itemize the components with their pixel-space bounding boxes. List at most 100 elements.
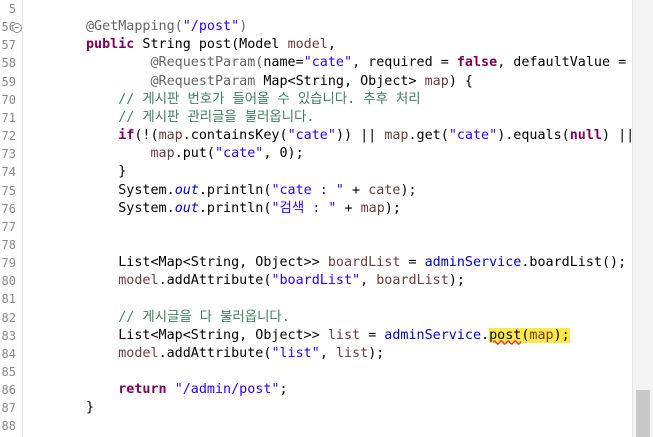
code-token: , 0); [263,146,304,162]
code-token: .boardList(); [521,255,627,271]
code-token: ); [553,327,570,343]
line-number: 58 [1,56,16,71]
code-token: ; [279,382,288,398]
code-token: ) || [602,128,635,144]
code-line: System.out.println("검색 : " + map); [86,200,401,218]
code-token: out [174,200,199,216]
code-token: map [158,128,183,144]
code-line: model.addAttribute("boardList", boardLis… [86,272,465,290]
code-token: post [489,327,522,343]
code-token: } [86,164,127,180]
code-line: return "/admin/post"; [86,381,288,399]
code-token: // 게시판 관리글을 불러옵니다. [118,109,315,125]
line-number: 81 [1,292,16,307]
code-line: } [86,163,126,181]
line-number: 70 [1,92,16,107]
vertical-scrollbar[interactable] [632,0,653,437]
code-token: list [327,327,361,343]
code-token: adminService [424,255,522,271]
code-token: @RequestParam [150,73,256,89]
line-number: 71 [1,110,16,125]
code-token: .println( [198,182,272,198]
line-number: 86 [1,383,16,398]
line-number: 76 [1,201,16,216]
code-token: )) || [335,128,385,144]
line-number: 75 [1,183,16,198]
line-number: 73 [1,147,16,162]
code-token: System. [86,200,175,216]
line-number: 85 [1,365,16,379]
code-token: "cate" [303,55,353,71]
line-number: 72 [1,129,16,144]
line-number: 57 [1,38,16,53]
line-number-gutter: 5 56 57 58 59 70 71 72 73 74 75 76 77 78 79 80 81 82 83 84 8… [0,0,23,437]
code-token: .get( [408,128,449,144]
code-token: "boardList" [271,273,361,289]
line-number: 79 [1,256,16,271]
code-token: ) { [448,73,473,89]
code-token: . [481,327,490,343]
line-number: 80 [1,274,16,289]
code-token: cate [368,182,401,198]
code-token: Map<String, Object> [255,73,425,89]
code-token: .put( [174,146,215,162]
code-token: System. [86,182,175,198]
code-token: if [118,128,135,144]
code-token: "/admin/post" [174,382,280,398]
code-line: @RequestParam(name="cate", required = fa… [86,54,634,72]
code-token: , defaultValue = [497,55,635,71]
code-token: boardList [327,255,401,271]
code-token: map [150,146,175,162]
code-line: List<Map<String, Object>> boardList = ad… [86,254,626,272]
code-line: // 게시판 관리글을 불러옵니다. [86,109,314,127]
code-line: System.out.println("cate : " + cate); [86,182,416,200]
code-line: model.addAttribute("list", list); [86,345,384,363]
code-token: String post(Model [134,37,288,53]
code-token: = [360,327,385,343]
code-token: "cate" [287,128,336,144]
code-token: map [424,73,449,89]
code-token: + [344,182,369,198]
code-token: , required = [352,55,457,71]
code-token: ).equals( [497,128,570,144]
code-token: null [569,128,602,144]
code-token: name= [263,55,304,71]
code-token: , [319,345,336,361]
code-token: List<Map<String, Object>> [86,327,328,343]
code-token: + [336,200,361,216]
code-token: "검색 : " [271,200,337,216]
code-line: @GetMapping("/post") [86,18,247,36]
code-token: map [360,200,385,216]
code-token: (!( [134,128,159,144]
code-token: ) [239,19,248,35]
code-token: model [118,273,159,289]
line-number: 78 [1,237,16,252]
code-token: , [360,273,377,289]
code-token: "cate : " [271,182,344,198]
code-token: adminService [384,327,482,343]
line-number: 5 [8,2,16,16]
line-number: 87 [1,401,16,416]
code-token: public [86,37,135,53]
code-token: .addAttribute( [158,345,272,361]
code-line: } [86,399,94,417]
code-token: "/post" [182,19,240,35]
code-editor[interactable]: @GetMapping("/post") public String post(M… [24,0,635,437]
line-number: 77 [1,219,16,234]
code-token: // 게시글을 다 불러옵니다. [118,309,290,325]
code-token: .containsKey( [182,128,288,144]
code-token: "cate" [448,128,498,144]
line-number: 88 [1,419,16,434]
code-line: List<Map<String, Object>> list = adminSe… [86,327,570,345]
scrollbar-thumb[interactable] [636,390,650,437]
code-token: "list" [271,345,320,361]
line-number: 59 [1,74,16,89]
fold-toggle-icon[interactable]: − [12,23,22,34]
